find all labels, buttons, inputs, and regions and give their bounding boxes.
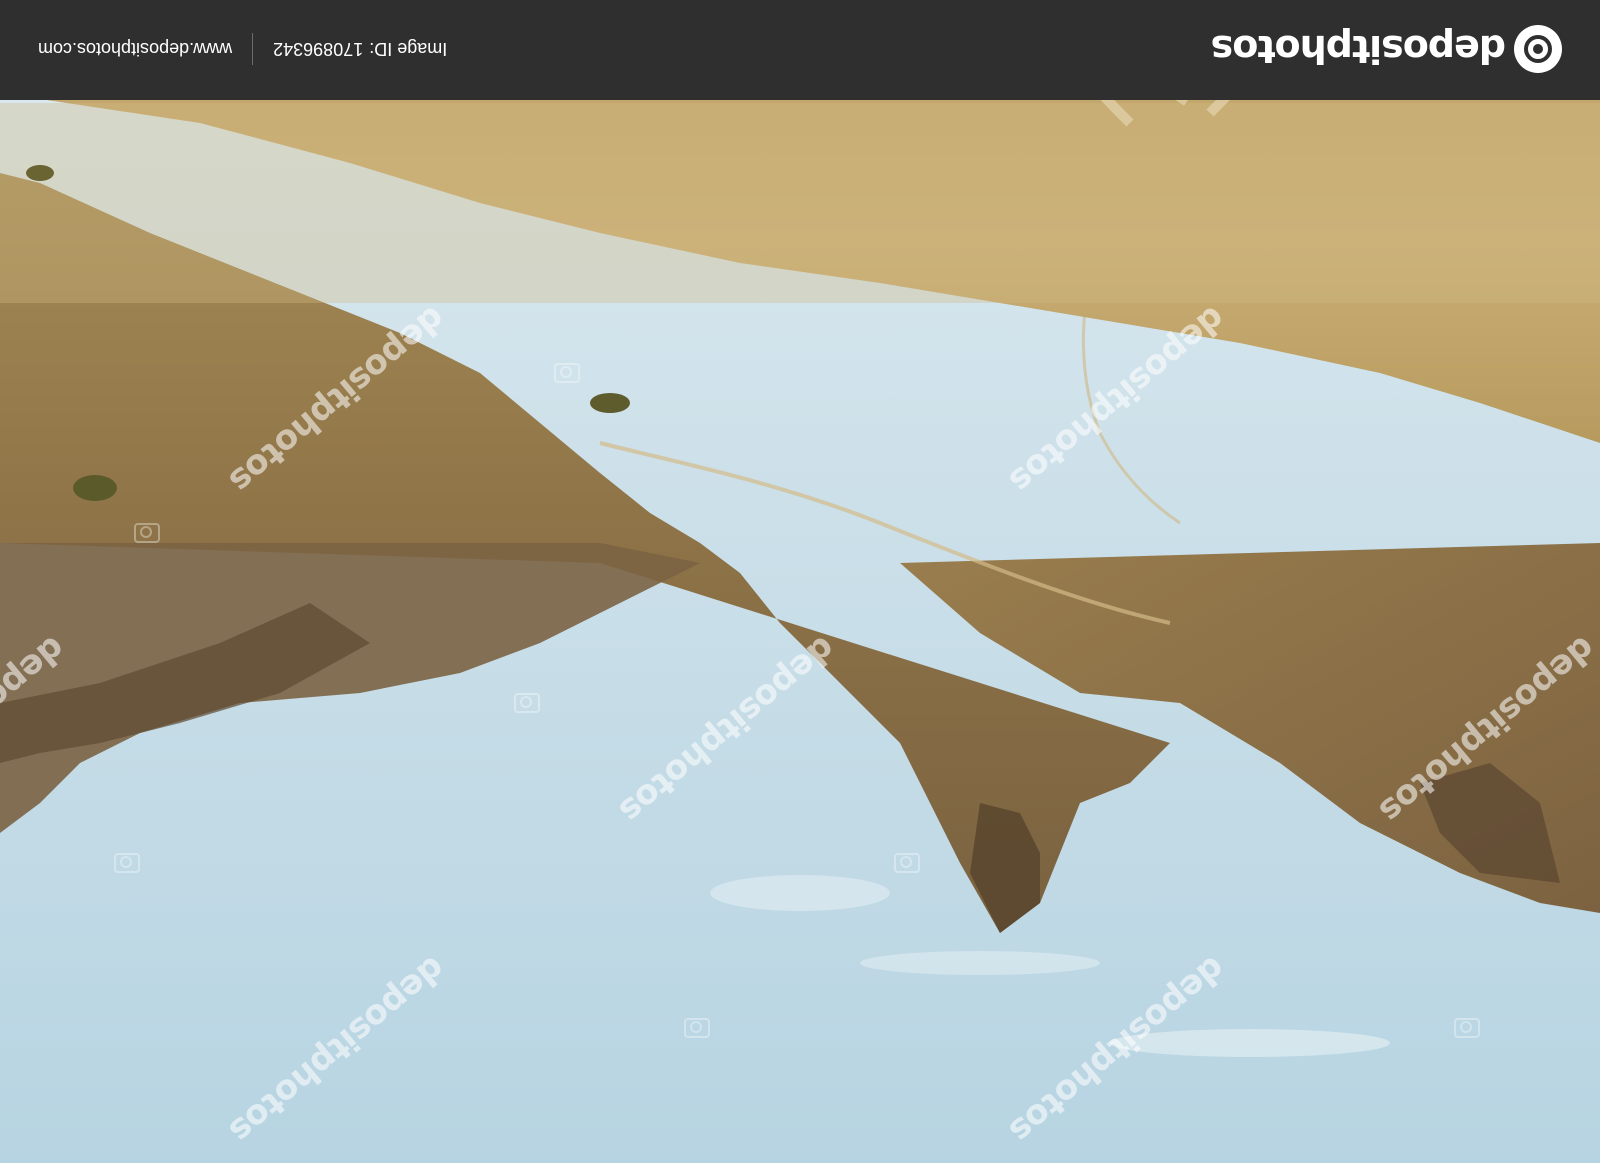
image-meta: Image ID: 170896342 www.depositphotos.co… <box>38 32 447 66</box>
shrub <box>26 165 54 181</box>
camera-watermark-icon <box>554 363 580 383</box>
camera-watermark-icon <box>114 853 140 873</box>
shrub <box>73 475 117 501</box>
image-id-value: 170896342 <box>273 39 364 60</box>
stock-photo-preview: depositphotos depositphotos depositphoto… <box>0 0 1600 1163</box>
site-url[interactable]: www.depositphotos.com <box>38 39 232 60</box>
camera-watermark-icon <box>894 853 920 873</box>
landscape-photo <box>0 0 1600 1163</box>
cloud <box>710 875 890 911</box>
logo-wordmark: depositphotos <box>1211 27 1506 71</box>
divider <box>252 33 254 65</box>
camera-watermark-icon <box>514 693 540 713</box>
cloud <box>860 951 1100 975</box>
image-id-label: Image ID: <box>369 39 448 60</box>
camera-watermark-icon <box>684 1018 710 1038</box>
camera-watermark-icon <box>134 523 160 543</box>
grass-texture <box>0 103 1600 303</box>
depositphotos-logo[interactable]: depositphotos <box>1212 24 1562 74</box>
camera-aperture-icon <box>1514 25 1562 73</box>
watermark-footer-bar: depositphotos Image ID: 170896342 www.de… <box>0 0 1600 100</box>
camera-watermark-icon <box>1454 1018 1480 1038</box>
shrub <box>590 393 630 413</box>
